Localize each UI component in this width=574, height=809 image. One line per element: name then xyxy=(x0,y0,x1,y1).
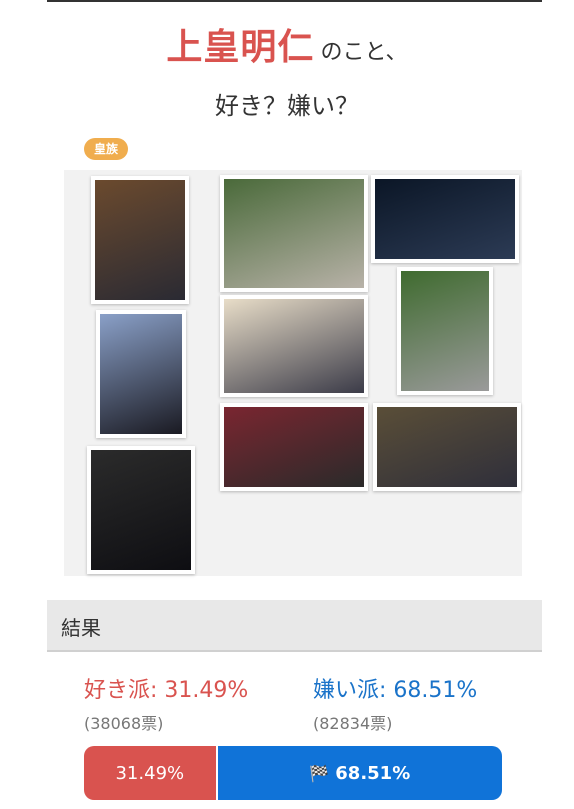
photo-6[interactable] xyxy=(397,267,493,395)
page-title: 上皇明仁 のこと、 xyxy=(0,18,574,70)
photo-image xyxy=(377,407,517,487)
photo-image xyxy=(224,407,364,487)
photo-image xyxy=(401,271,489,391)
photo-2[interactable] xyxy=(220,175,368,292)
like-bar-segment: 31.49% xyxy=(84,746,216,800)
person-name: 上皇明仁 xyxy=(166,27,315,68)
photo-5[interactable] xyxy=(220,295,368,397)
flag-icon: 🏁 xyxy=(309,763,330,783)
photo-image xyxy=(224,179,364,288)
top-divider xyxy=(47,0,542,2)
title-suffix: のこと、 xyxy=(320,40,408,65)
question-text: 好き？嫌い？ xyxy=(215,92,359,120)
photo-4[interactable] xyxy=(96,310,186,438)
like-bar-text: 31.49% xyxy=(115,762,185,784)
like-votes: (38068票) xyxy=(84,714,164,733)
dislike-label: 嫌い派: 68.51% xyxy=(313,678,478,703)
photo-gallery xyxy=(64,170,522,576)
photo-9[interactable] xyxy=(87,446,195,574)
photo-3[interactable] xyxy=(371,175,519,263)
like-label: 好き派: 31.49% xyxy=(84,678,249,703)
results-heading-text: 結果 xyxy=(61,616,101,640)
results-heading: 結果 xyxy=(47,600,542,652)
photo-8[interactable] xyxy=(373,403,521,491)
dislike-bar-segment: 🏁 68.51% xyxy=(215,746,502,800)
photo-1[interactable] xyxy=(91,176,189,304)
result-bar: 31.49% 🏁 68.51% xyxy=(84,746,502,800)
photo-image xyxy=(91,450,191,570)
photo-7[interactable] xyxy=(220,403,368,491)
photo-image xyxy=(224,299,364,393)
dislike-bar-text: 68.51% xyxy=(335,762,411,784)
photo-image xyxy=(95,180,185,300)
category-badge[interactable]: 皇族 xyxy=(84,138,129,160)
dislike-votes: (82834票) xyxy=(313,714,393,733)
photo-image xyxy=(100,314,182,434)
photo-image xyxy=(375,179,515,259)
